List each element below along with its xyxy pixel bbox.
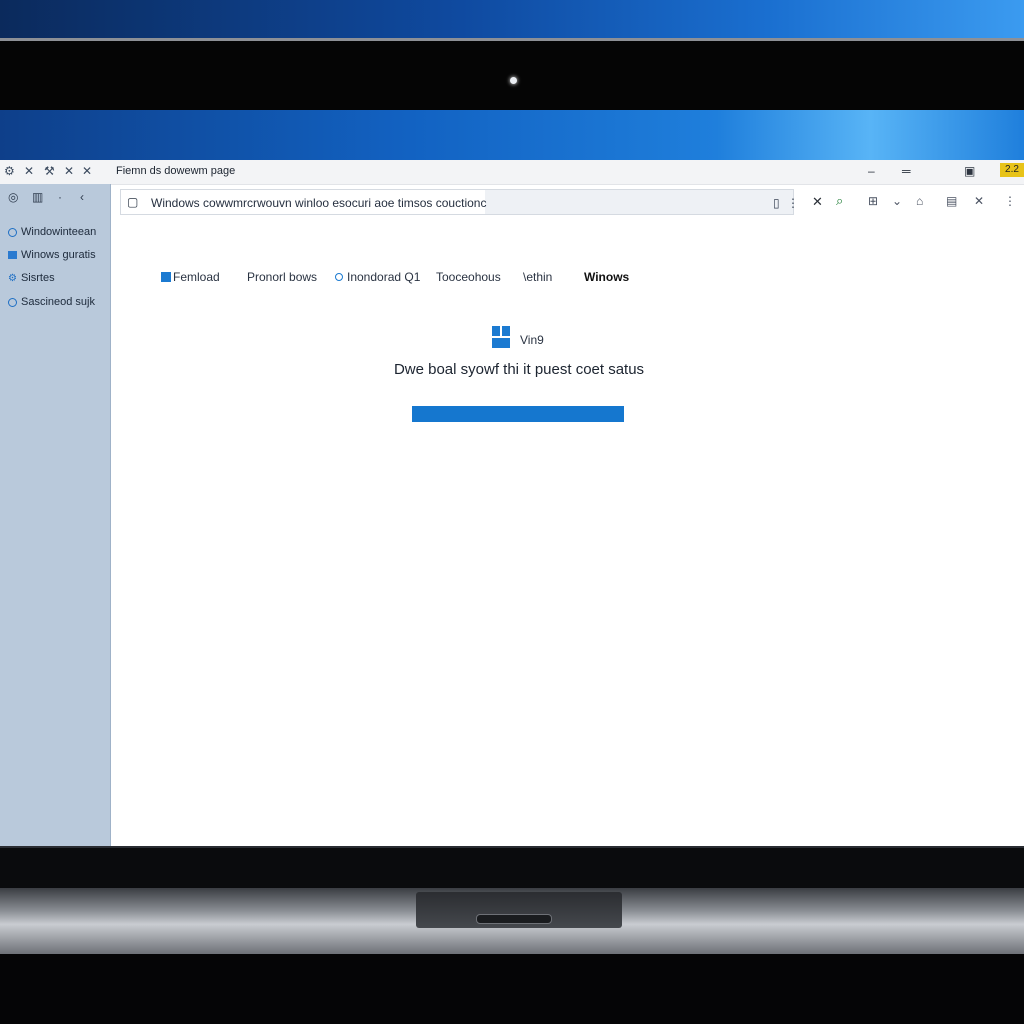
maximize-icon[interactable]: ▣ (964, 164, 975, 178)
square-icon (8, 251, 17, 259)
nav-link-winows[interactable]: Winows (584, 270, 629, 284)
nav-link-label: Winows (584, 270, 630, 284)
nav-link-inondorad[interactable]: Inondorad Q1 (335, 270, 420, 284)
app-icon[interactable]: ⚙ (4, 164, 15, 178)
progress-bar-fill (412, 406, 624, 422)
sidebar: ◎ ▥ · ‹ Windowinteean Winows guratis ⚙ S… (0, 184, 111, 848)
laptop-bezel-top (0, 38, 1024, 115)
sidebar-item-windowinteean[interactable]: Windowinteean (8, 224, 96, 240)
close-panel-icon[interactable]: ✕ (974, 194, 984, 208)
windows-logo-icon (492, 326, 510, 348)
nav-link-label: \ethin (523, 270, 553, 284)
dot-icon[interactable]: · (58, 190, 62, 204)
nav-link-ethin[interactable]: \ethin (523, 270, 552, 284)
address-bar[interactable]: ▢ Windows cowwmrcrwouvn winloo esocuri a… (120, 189, 799, 215)
desktop-wallpaper (0, 110, 1024, 162)
nav-link-label: Pronorl bows (247, 270, 318, 284)
search-icon[interactable]: ⌕ (836, 193, 843, 209)
settings-icon: ⚙ (8, 272, 17, 284)
nav-link-femload[interactable]: Femload (161, 270, 220, 284)
tab-icon: ▢ (127, 195, 139, 209)
nav-link-tooceohous[interactable]: Tooceohous (436, 270, 501, 284)
address-bar-area: ▢ Windows cowwmrcrwouvn winloo esocuri a… (112, 186, 856, 218)
close-all-icon[interactable]: ✕ (82, 164, 92, 178)
browser-window: ⚙ ✕ ⚒ ✕ ✕ Fiemn ds dowewm page – ═ ▣ 2.2… (0, 160, 1024, 848)
clock-badge: 2.2 (1000, 163, 1024, 177)
tools-icon[interactable]: ⚒ (44, 164, 55, 178)
more-icon[interactable]: ⋮ (1004, 194, 1016, 208)
sidebar-item-label: Sisrtes (20, 272, 55, 284)
nav-link-label: Tooceohous (436, 270, 501, 284)
nav-link-label: Inondorad Q1 (347, 270, 421, 284)
laptop-bezel-bottom (0, 846, 1024, 892)
laptop-screen: ⚙ ✕ ⚒ ✕ ✕ Fiemn ds dowewm page – ═ ▣ 2.2… (0, 110, 1024, 848)
progress-bar (412, 406, 624, 422)
sidebar-item-label: Sascineod sujk (21, 296, 95, 308)
background-floor (0, 954, 1024, 1024)
extensions-icon[interactable]: ⊞ (868, 194, 878, 208)
webcam-icon (510, 77, 517, 84)
circle-outline-icon (8, 227, 17, 237)
close-tab-icon[interactable]: ✕ (64, 164, 74, 178)
circle-outline-icon (8, 297, 17, 307)
collections-icon[interactable]: ▤ (946, 194, 957, 208)
nav-link-pronorl-bows[interactable]: Pronorl bows (247, 270, 317, 284)
sidebar-item-sisrtes[interactable]: ⚙ Sisrtes (8, 270, 55, 286)
sidebar-item-label: Windowinteean (21, 226, 97, 238)
restore-icon[interactable]: ═ (902, 164, 911, 178)
pin-icon[interactable]: ✕ (24, 164, 34, 178)
browser-toolbar: ⊞ ⌄ ⌂ ▤ ✕ ⋮ (860, 188, 1024, 214)
favorites-icon[interactable]: ⌂ (916, 194, 923, 208)
status-text: Dwe boal syowf thi it puest coet satus (393, 361, 645, 378)
chevron-down-icon[interactable]: ⌄ (892, 194, 902, 208)
title-bar: ⚙ ✕ ⚒ ✕ ✕ Fiemn ds dowewm page – ═ ▣ 2.2 (0, 160, 1024, 185)
reader-icon[interactable]: ▯ (773, 196, 780, 210)
sidebar-item-winows-guratis[interactable]: Winows guratis (8, 247, 96, 263)
logo-label: Vin9 (520, 333, 544, 347)
square-icon (161, 272, 171, 282)
history-icon[interactable]: ◎ (8, 190, 18, 204)
close-icon[interactable]: ✕ (812, 194, 823, 210)
circle-outline-icon (335, 273, 343, 281)
panel-icon[interactable]: ▥ (32, 190, 43, 204)
minimize-icon[interactable]: – (868, 164, 875, 178)
sidebar-item-label: Winows guratis (21, 249, 96, 261)
collapse-icon[interactable]: ‹ (80, 190, 84, 204)
window-title: Fiemn ds dowewm page (116, 165, 236, 177)
nav-link-label: Femload (173, 270, 220, 284)
address-text[interactable]: Windows cowwmrcrwouvn winloo esocuri aoe… (151, 196, 486, 210)
laptop-logo-icon (476, 914, 552, 924)
desktop-wallpaper-top (0, 0, 1024, 40)
sidebar-item-sascineod-sujk[interactable]: Sascineod sujk (8, 294, 95, 310)
menu-dots-icon[interactable]: ⋮ (787, 196, 799, 210)
sidebar-toolbar: ◎ ▥ · ‹ (0, 190, 110, 208)
page-content: Femload Pronorl bows Inondorad Q1 Tooceo… (111, 218, 1024, 848)
